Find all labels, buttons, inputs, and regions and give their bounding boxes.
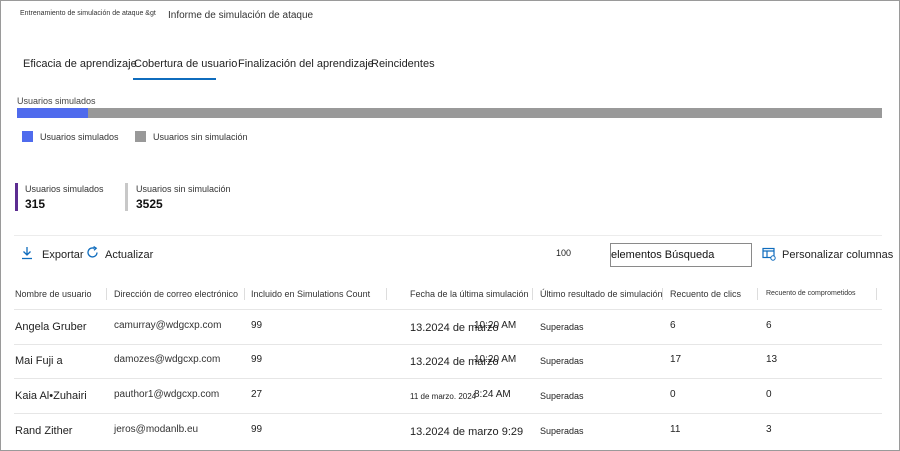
stat-value-sin-simulacion: 3525 (136, 197, 163, 211)
selected-tab-indicator (133, 78, 216, 80)
row-2-compromised: 13 (766, 354, 778, 365)
search-input[interactable]: elementos Búsqueda (610, 243, 752, 267)
refresh-icon[interactable] (85, 245, 100, 260)
row-3-date: 11 de marzo. 2024 (410, 392, 477, 401)
row-3-clicks: 0 (670, 389, 676, 400)
coverage-bar (17, 108, 882, 118)
table-header-divider (14, 309, 882, 310)
row-1-email: camurray@wdgcxp.com (114, 320, 222, 331)
table-row-divider (14, 413, 882, 414)
tab-eficacia-aprendizaje[interactable]: Eficacia de aprendizaje (23, 58, 137, 70)
legend-label-simulados: Usuarios simulados (40, 132, 119, 142)
download-icon[interactable] (20, 246, 34, 260)
breadcrumb-current: Informe de simulación de ataque (168, 10, 314, 21)
coverage-bar-label: Usuarios simulados (17, 96, 96, 106)
export-button[interactable]: Exportar (42, 249, 84, 261)
row-1-username[interactable]: Angela Gruber (15, 321, 87, 333)
row-1-clicks: 6 (670, 320, 676, 331)
row-4-clicks: 11 (670, 424, 681, 435)
coverage-bar-simulated-segment (17, 108, 89, 118)
row-4-username[interactable]: Rand Zither (15, 425, 72, 437)
row-4-date: 13.2024 de marzo 9:29 (410, 426, 524, 438)
row-3-time: 8:24 AM (474, 389, 511, 400)
tab-finalizacion-aprendizaje[interactable]: Finalización del aprendizaje (238, 58, 374, 70)
stat-value-simulados: 315 (25, 197, 46, 211)
row-4-email: jeros@modanlb.eu (114, 424, 199, 435)
columns-icon[interactable] (762, 247, 776, 261)
legend-swatch-simulados (22, 131, 33, 142)
row-3-email: pauthor1@wdgcxp.com (114, 389, 220, 400)
column-header-click-count[interactable]: Recuento de clics (670, 289, 741, 299)
row-4-compromised: 3 (766, 424, 772, 435)
row-4-count: 99 (251, 424, 263, 435)
stat-label-sin-simulacion: Usuarios sin simulación (136, 184, 231, 194)
row-2-time: 10:20 AM (474, 354, 517, 365)
tab-reincidentes[interactable]: Reincidentes (371, 58, 435, 70)
row-3-result: Superadas (540, 391, 584, 401)
column-separator (106, 288, 107, 300)
item-count: 100 (556, 248, 572, 258)
row-1-time: 10:20 AM (474, 320, 517, 331)
row-2-clicks: 17 (670, 354, 682, 365)
column-header-last-result[interactable]: Último resultado de simulación (540, 289, 663, 299)
row-2-result: Superadas (540, 356, 584, 366)
refresh-button[interactable]: Actualizar (105, 249, 153, 261)
table-row-divider (14, 378, 882, 379)
column-separator (244, 288, 245, 300)
row-2-email: damozes@wdgcxp.com (114, 354, 221, 365)
column-header-username[interactable]: Nombre de usuario (15, 289, 92, 299)
column-separator (662, 288, 663, 300)
row-2-username[interactable]: Mai Fuji a (15, 355, 63, 367)
legend-label-sin-simulacion: Usuarios sin simulación (153, 132, 248, 142)
column-separator (532, 288, 533, 300)
column-header-last-simulation-date[interactable]: Fecha de la última simulación (410, 289, 529, 299)
stat-accent-simulados (15, 183, 18, 211)
row-1-compromised: 6 (766, 320, 772, 331)
column-header-email[interactable]: Dirección de correo electrónico (114, 289, 238, 299)
row-3-username[interactable]: Kaia Al•Zuhairi (15, 390, 87, 402)
stat-label-simulados: Usuarios simulados (25, 184, 104, 194)
legend-swatch-sin-simulacion (135, 131, 146, 142)
column-header-included-count[interactable]: Incluido en Simulations Count (251, 289, 370, 299)
breadcrumb-parent[interactable]: Entrenamiento de simulación de ataque &g… (20, 10, 156, 17)
search-input-text: elementos Búsqueda (611, 249, 715, 261)
section-divider (14, 235, 882, 236)
stat-accent-sin-simulacion (125, 183, 128, 211)
row-1-count: 99 (251, 320, 263, 331)
column-separator (876, 288, 877, 300)
column-header-compromised-count[interactable]: Recuento de comprometidos (766, 290, 856, 297)
column-separator (386, 288, 387, 300)
customize-columns-button[interactable]: Personalizar columnas (782, 249, 893, 261)
tab-cobertura-usuario[interactable]: Cobertura de usuario (134, 58, 237, 70)
row-1-result: Superadas (540, 322, 584, 332)
row-3-compromised: 0 (766, 389, 772, 400)
row-3-count: 27 (251, 389, 263, 400)
row-2-count: 99 (251, 354, 263, 365)
row-4-result: Superadas (540, 426, 584, 436)
table-row-divider (14, 344, 882, 345)
column-separator (757, 288, 758, 300)
